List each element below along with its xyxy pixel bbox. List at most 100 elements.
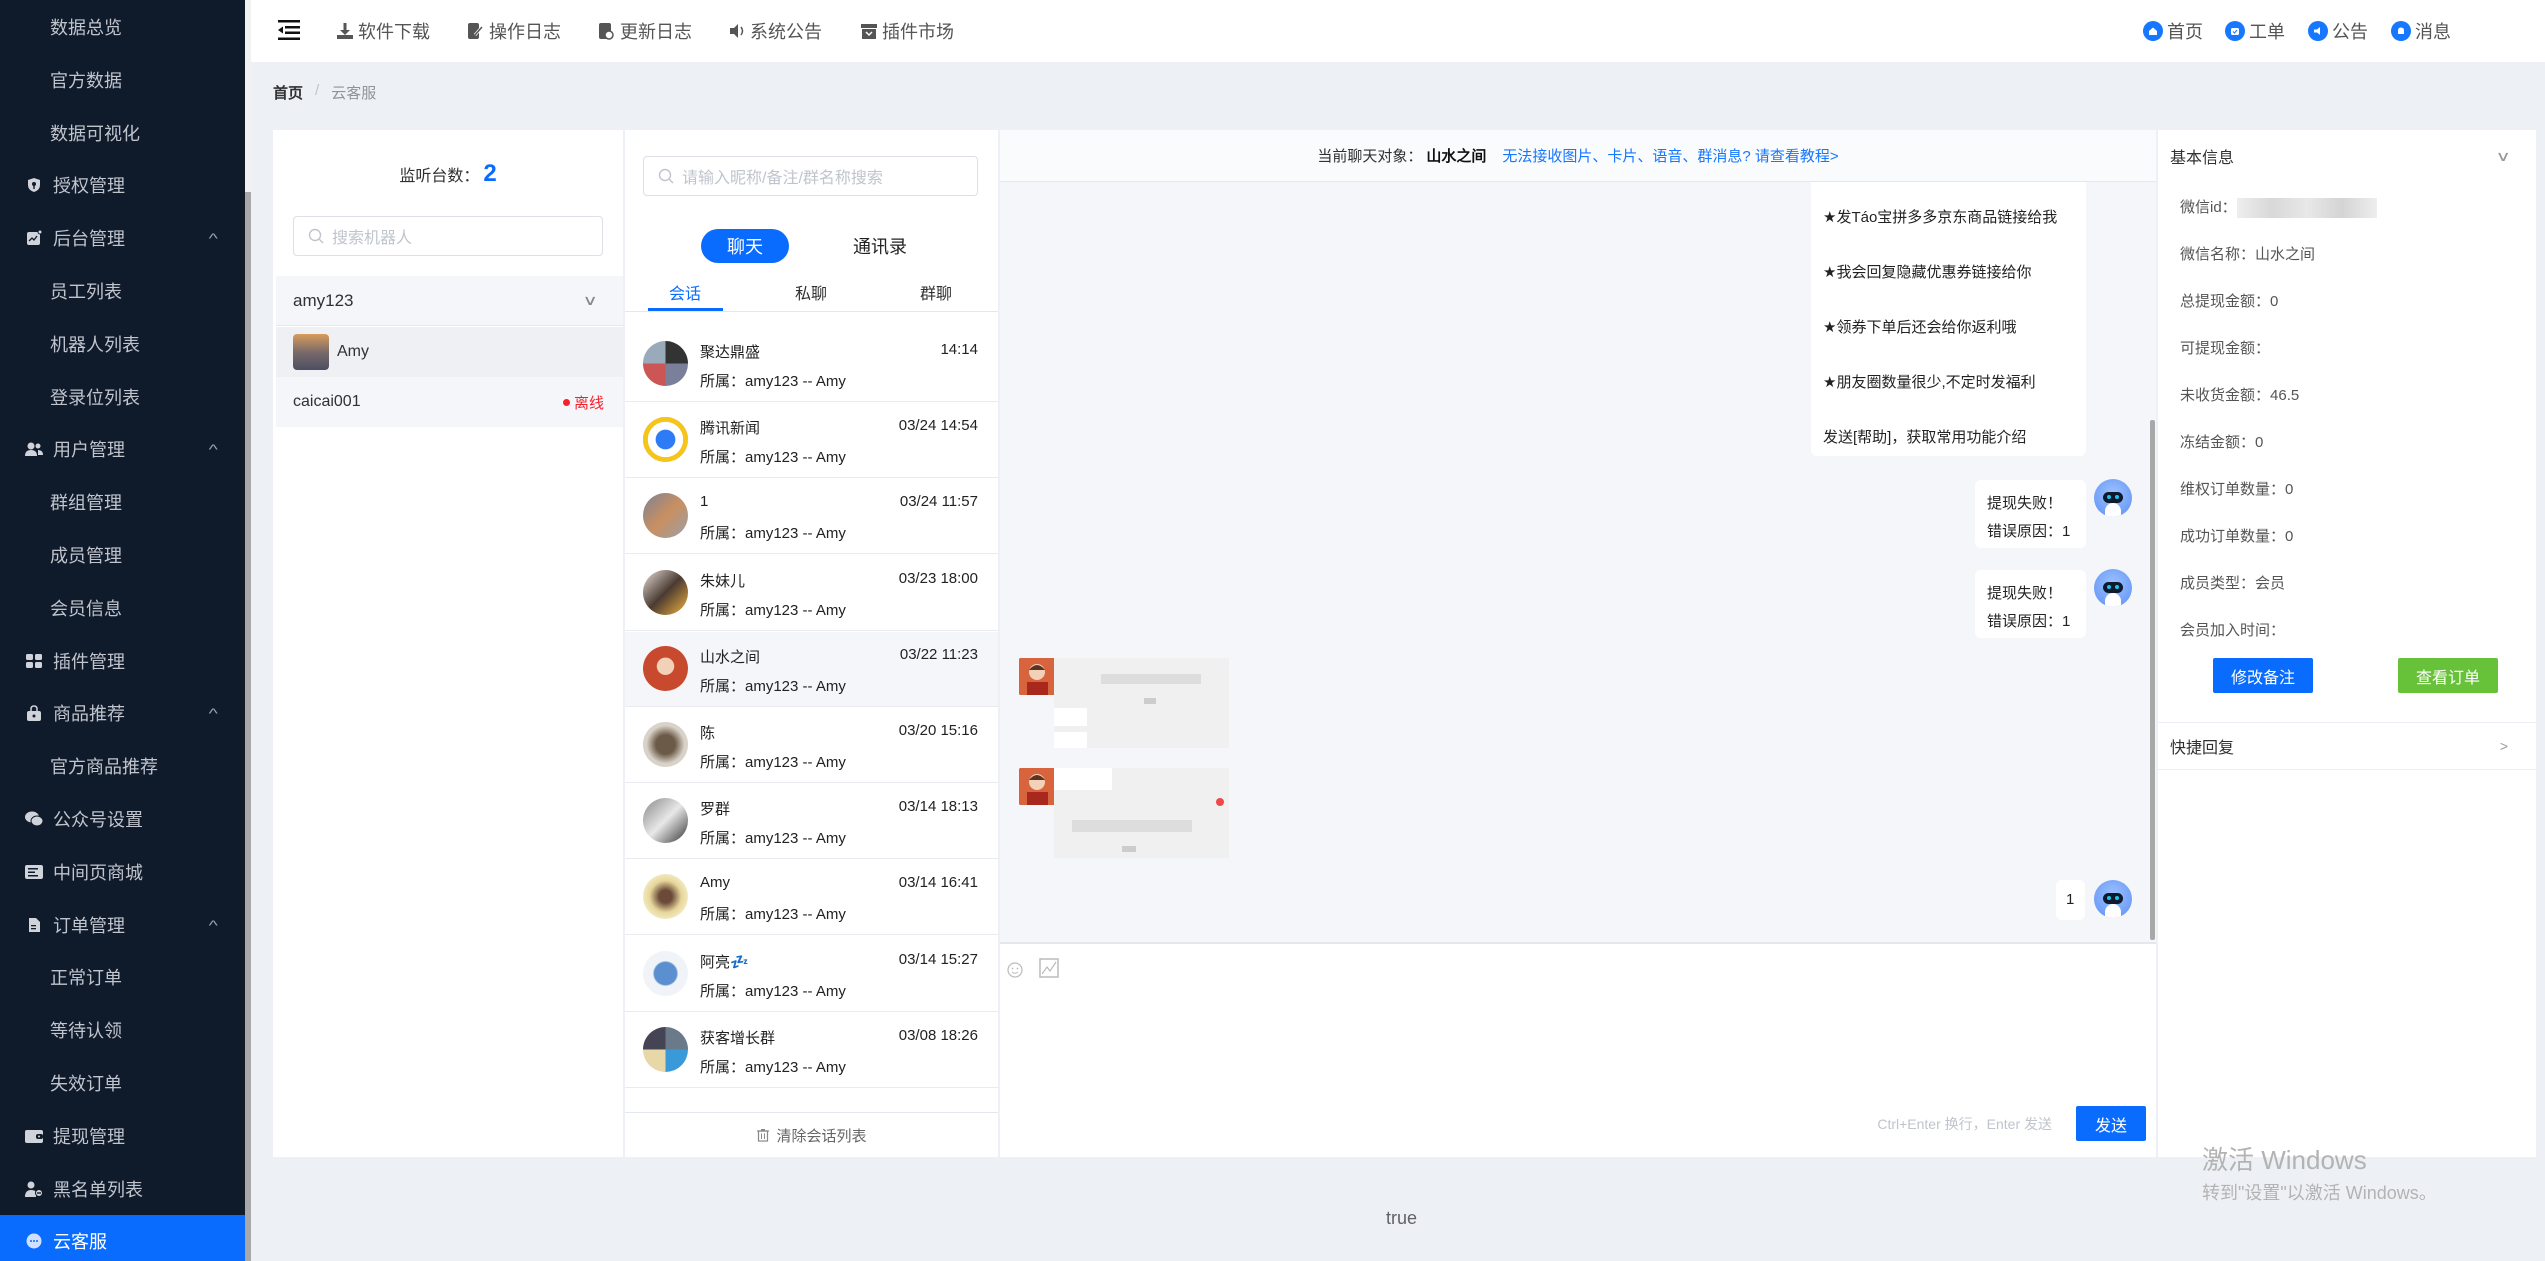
sidebar-item[interactable]: 插件管理	[0, 635, 245, 687]
tab-private[interactable]: 私聊	[795, 280, 827, 304]
sidebar-item[interactable]: 登录位列表	[0, 371, 245, 423]
conversation-time: 03/14 18:13	[898, 798, 978, 816]
info-row: 维权订单数量：0	[2180, 478, 2293, 499]
sidebar-item[interactable]: 机器人列表	[0, 318, 245, 370]
emoji-icon[interactable]	[1007, 962, 1023, 978]
conversation-item[interactable]: 获客增长群 03/08 18:26 所属：amy123 -- Amy	[625, 1013, 998, 1088]
sidebar-item-label: 登录位列表	[50, 387, 140, 408]
sidebar-item[interactable]: 订单管理 ^	[0, 899, 245, 951]
store-icon	[25, 863, 43, 881]
header-tool-button[interactable]: 软件下载	[336, 18, 430, 44]
sidebar-item-label: 中间页商城	[53, 862, 143, 883]
conversation-owner: 所属：amy123 -- Amy	[700, 601, 846, 619]
info-value: 会员	[2255, 575, 2286, 592]
conversation-time: 03/24 14:54	[898, 417, 978, 435]
header-tool-button[interactable]: 系统公告	[728, 18, 822, 44]
sidebar-item[interactable]: 群组管理	[0, 476, 245, 528]
robot-row[interactable]: caicai001 离线	[276, 377, 623, 427]
image-upload-icon[interactable]	[1039, 958, 1059, 978]
header-nav-link[interactable]: 工单	[2225, 18, 2285, 44]
conversation-name: 山水之间	[700, 648, 761, 666]
sidebar-item[interactable]: 用户管理 ^	[0, 423, 245, 475]
robot-group-amy123[interactable]: amy123 ∨	[276, 276, 623, 326]
conversation-avatar	[643, 874, 688, 920]
edit-note-button[interactable]: 修改备注	[2213, 658, 2313, 693]
header-tool-button[interactable]: 插件市场	[860, 18, 954, 44]
send-button[interactable]: 发送	[2076, 1106, 2146, 1141]
header-tool-button[interactable]: 更新日志	[598, 18, 692, 44]
conversation-item[interactable]: 1 03/24 11:57 所属：amy123 -- Amy	[625, 479, 998, 555]
conversation-item[interactable]: 罗群 03/14 18:13 所属：amy123 -- Amy	[625, 784, 998, 860]
sidebar-item[interactable]: 提现管理	[0, 1110, 245, 1162]
image-message[interactable]	[1054, 658, 1229, 748]
sidebar-scrollbar-thumb[interactable]	[245, 192, 251, 1261]
conversation-time: 03/14 16:41	[898, 874, 978, 892]
sidebar-item[interactable]: 官方数据	[0, 54, 245, 106]
sidebar-item-label: 黑名单列表	[53, 1179, 143, 1200]
sidebar-item[interactable]: 官方商品推荐	[0, 740, 245, 792]
sidebar-item[interactable]: 中间页商城	[0, 846, 245, 898]
sidebar-item[interactable]: 数据总览	[0, 1, 245, 53]
header-tool-button[interactable]: 操作日志	[467, 18, 561, 44]
image-message[interactable]	[1054, 768, 1229, 858]
conversation-item[interactable]: 朱妹儿 03/23 18:00 所属：amy123 -- Amy	[625, 556, 998, 631]
header-nav-link[interactable]: 公告	[2308, 18, 2368, 44]
sidebar-item-label: 云客服	[53, 1232, 107, 1253]
sidebar-item[interactable]: 授权管理	[0, 159, 245, 211]
collapse-menu-icon[interactable]	[278, 19, 300, 41]
header-tool-label: 系统公告	[750, 22, 822, 42]
sidebar-item[interactable]: 失效订单	[0, 1057, 245, 1109]
tutorial-link[interactable]: 无法接收图片、卡片、语音、群消息? 请查看教程>	[1502, 145, 1838, 166]
conversation-tabs: 会话 私聊 群聊	[625, 280, 998, 312]
chevron-up-icon: ^	[209, 230, 219, 247]
sidebar-item[interactable]: 数据可视化	[0, 107, 245, 159]
info-label: 可提现金额：	[2180, 340, 2271, 357]
conversation-avatar	[643, 798, 688, 844]
clear-conversations-button[interactable]: 清除会话列表	[625, 1112, 998, 1157]
conversation-item[interactable]: 山水之间 03/22 11:23 所属：amy123 -- Amy	[625, 631, 998, 707]
breadcrumb-home[interactable]: 首页	[273, 82, 303, 103]
sidebar-item-label: 等待认领	[50, 1021, 122, 1042]
basic-info-header[interactable]: 基本信息 ∨	[2158, 130, 2536, 182]
redacted-wechat-id	[2236, 198, 2377, 219]
segment-contacts[interactable]: 通讯录	[825, 229, 935, 263]
conversation-item[interactable]: Amy 03/14 16:41 所属：amy123 -- Amy	[625, 860, 998, 936]
chat-scrollbar-thumb[interactable]	[2150, 420, 2155, 940]
info-label: 微信名称：	[2180, 246, 2256, 263]
conversation-item[interactable]: 腾讯新闻 03/24 14:54 所属：amy123 -- Amy	[625, 403, 998, 479]
sidebar-item-label: 公众号设置	[53, 810, 143, 830]
tab-groups[interactable]: 群聊	[920, 280, 952, 304]
robot-search-input[interactable]: 搜索机器人	[293, 216, 603, 256]
message-composer[interactable]: Ctrl+Enter 换行，Enter 发送 发送	[1000, 942, 2156, 1157]
conversation-item[interactable]: 聚达鼎盛 14:14 所属：amy123 -- Amy	[625, 327, 998, 402]
view-orders-button[interactable]: 查看订单	[2398, 658, 2498, 693]
update-log-icon	[598, 22, 616, 40]
sidebar-item[interactable]: 商品推荐 ^	[0, 687, 245, 739]
info-row: 未收货金额：46.5	[2180, 384, 2299, 405]
conversation-search-input[interactable]: 请输入昵称/备注/群名称搜索	[643, 156, 978, 196]
robot-row[interactable]: Amy	[276, 327, 623, 377]
quick-reply-header[interactable]: 快捷回复 >	[2158, 722, 2536, 770]
sidebar-item[interactable]: 员工列表	[0, 265, 245, 317]
sidebar-item[interactable]: 等待认领	[0, 1004, 245, 1056]
sidebar-item[interactable]: 公众号设置	[0, 793, 245, 845]
tab-sessions[interactable]: 会话	[669, 280, 701, 304]
conversation-time: 03/14 15:27	[898, 950, 978, 968]
conversation-item[interactable]: 阿亮💤 03/14 15:27 所属：amy123 -- Amy	[625, 937, 998, 1012]
sidebar-item[interactable]: 黑名单列表	[0, 1163, 245, 1215]
header-nav-link[interactable]: 消息	[2391, 18, 2451, 44]
conversation-time: 03/20 15:16	[898, 722, 978, 739]
conversation-avatar	[643, 569, 688, 615]
sidebar-item[interactable]: 会员信息	[0, 582, 245, 634]
segment-chat[interactable]: 聊天	[701, 229, 789, 263]
sidebar-item-label: 成员管理	[50, 546, 122, 566]
chat-panel: 当前聊天对象： 山水之间 无法接收图片、卡片、语音、群消息? 请查看教程> ★发…	[1000, 130, 2156, 1157]
header-nav-link[interactable]: 首页	[2143, 18, 2203, 44]
conversation-item[interactable]: 陈 03/20 15:16 所属：amy123 -- Amy	[625, 708, 998, 783]
sidebar-item[interactable]: 正常订单	[0, 951, 245, 1003]
ticket-icon	[2225, 21, 2245, 41]
sidebar-item[interactable]: 后台管理 ^	[0, 212, 245, 264]
sidebar-item[interactable]: 云客服	[0, 1215, 245, 1261]
sidebar-item[interactable]: 成员管理	[0, 529, 245, 581]
info-label: 成功订单数量：	[2180, 528, 2286, 545]
